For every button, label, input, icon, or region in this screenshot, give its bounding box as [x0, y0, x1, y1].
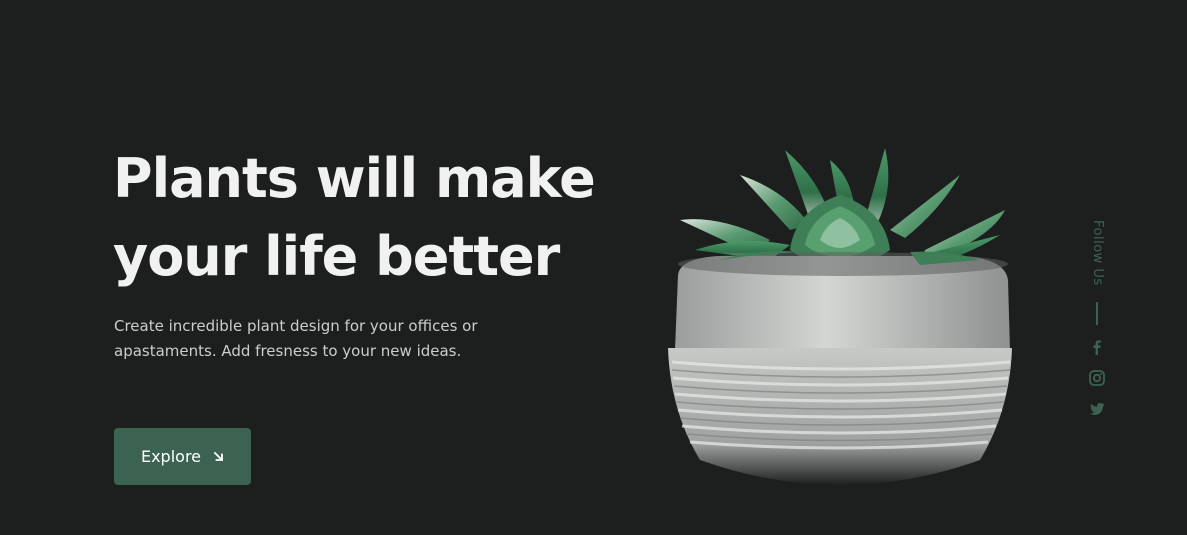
explore-button-label: Explore [140, 447, 202, 466]
follow-us-sidebar: Follow Us [1082, 214, 1112, 424]
follow-divider [1096, 302, 1098, 325]
hero-description: Create incredible plant design for your … [114, 317, 478, 360]
twitter-icon[interactable] [1088, 400, 1106, 418]
instagram-icon[interactable] [1088, 369, 1106, 387]
hero-title-line-2: your life better [113, 225, 560, 288]
hero-title: Plants will make your life better [113, 140, 633, 296]
hero-title-line-1: Plants will make [113, 147, 596, 210]
follow-us-label: Follow Us [1090, 220, 1105, 286]
plant-pot-image [668, 148, 1012, 485]
facebook-icon[interactable] [1088, 338, 1106, 356]
arrow-down-right-icon [213, 451, 224, 462]
explore-button[interactable]: Explore [114, 428, 251, 485]
hero-section: Plants will make your life better Create… [0, 0, 1187, 535]
